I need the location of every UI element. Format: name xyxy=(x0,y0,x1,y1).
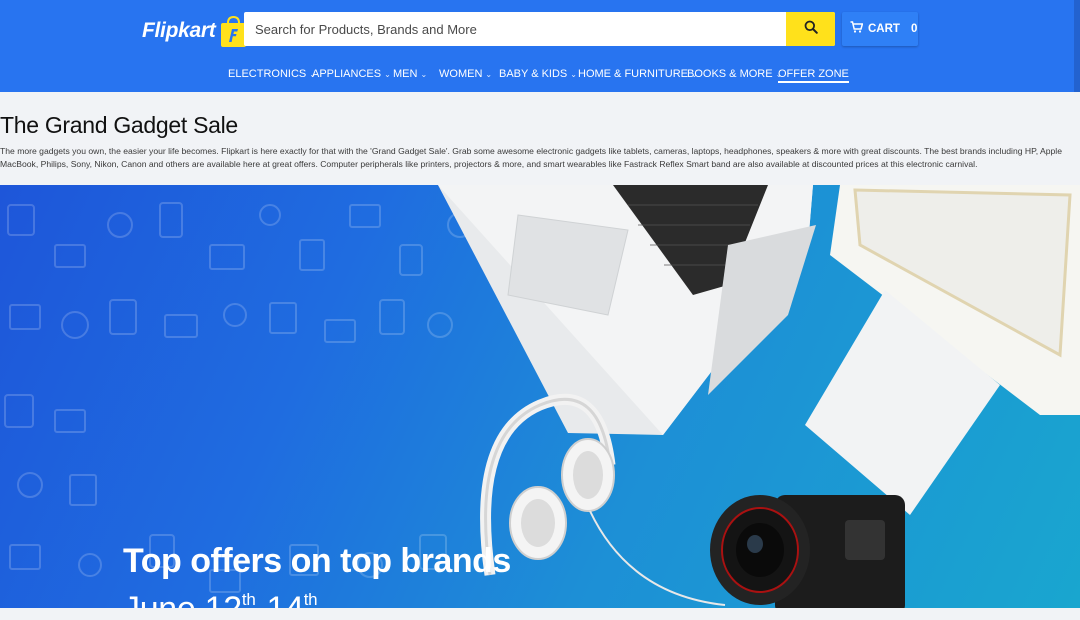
chevron-down-icon: ⌄ xyxy=(384,70,391,79)
nav-books-more[interactable]: BOOKS & MORE ⌄ xyxy=(687,68,782,80)
cart-label: CART xyxy=(868,23,900,35)
header-bar: Flipkart CA xyxy=(0,0,1080,92)
nav-label: MEN xyxy=(393,68,418,80)
nav-appliances[interactable]: APPLIANCES ⌄ xyxy=(312,68,391,80)
nav-electronics[interactable]: ELECTRONICS ⌄ xyxy=(228,68,316,80)
search-bar xyxy=(244,12,835,46)
cart-button[interactable]: CART 0 xyxy=(842,12,918,46)
nav-label: APPLIANCES xyxy=(312,68,382,80)
nav-women[interactable]: WOMEN ⌄ xyxy=(439,68,492,80)
nav-baby-kids[interactable]: BABY & KIDS ⌄ xyxy=(499,68,577,80)
nav-label: OFFER ZONE xyxy=(778,68,849,80)
nav-men[interactable]: MEN ⌄ xyxy=(393,68,427,80)
chevron-down-icon: ⌄ xyxy=(485,70,493,79)
category-nav: ELECTRONICS ⌄ APPLIANCES ⌄ MEN ⌄ WOMEN ⌄ BAB… xyxy=(0,60,1080,90)
nav-offer-zone[interactable]: OFFER ZONE xyxy=(778,68,849,83)
date-suffix: th xyxy=(241,590,256,608)
nav-label: BOOKS & MORE xyxy=(687,68,773,80)
flipkart-logo[interactable]: Flipkart xyxy=(142,14,247,48)
page-title: The Grand Gadget Sale xyxy=(0,112,238,138)
search-input[interactable] xyxy=(244,12,786,46)
date-prefix: June 12 xyxy=(123,590,242,608)
cart-icon xyxy=(850,20,864,38)
date-range-end: -14 xyxy=(255,590,304,608)
date-suffix: th xyxy=(303,590,318,608)
search-button[interactable] xyxy=(786,12,835,46)
nav-label: ELECTRONICS xyxy=(228,68,307,80)
nav-label: WOMEN xyxy=(439,68,483,80)
page-footer-gap xyxy=(0,608,1080,620)
nav-home-furniture[interactable]: HOME & FURNITURE ⌄ xyxy=(578,68,698,80)
page-description: The more gadgets you own, the easier you… xyxy=(0,146,1062,169)
search-icon xyxy=(804,20,818,39)
banner-dates: June 12th-14th xyxy=(123,590,318,608)
chevron-down-icon: ⌄ xyxy=(420,70,428,79)
logo-text: Flipkart xyxy=(142,19,216,42)
camera-image xyxy=(710,495,905,608)
cart-count-badge: 0 xyxy=(910,23,918,35)
banner-headline: Top offers on top brands xyxy=(123,542,511,580)
nav-label: HOME & FURNITURE xyxy=(578,68,688,80)
chevron-down-icon: ⌄ xyxy=(570,70,577,79)
promo-banner[interactable]: Top offers on top brands June 12th-14th xyxy=(0,185,1080,608)
nav-label: BABY & KIDS xyxy=(499,68,568,80)
